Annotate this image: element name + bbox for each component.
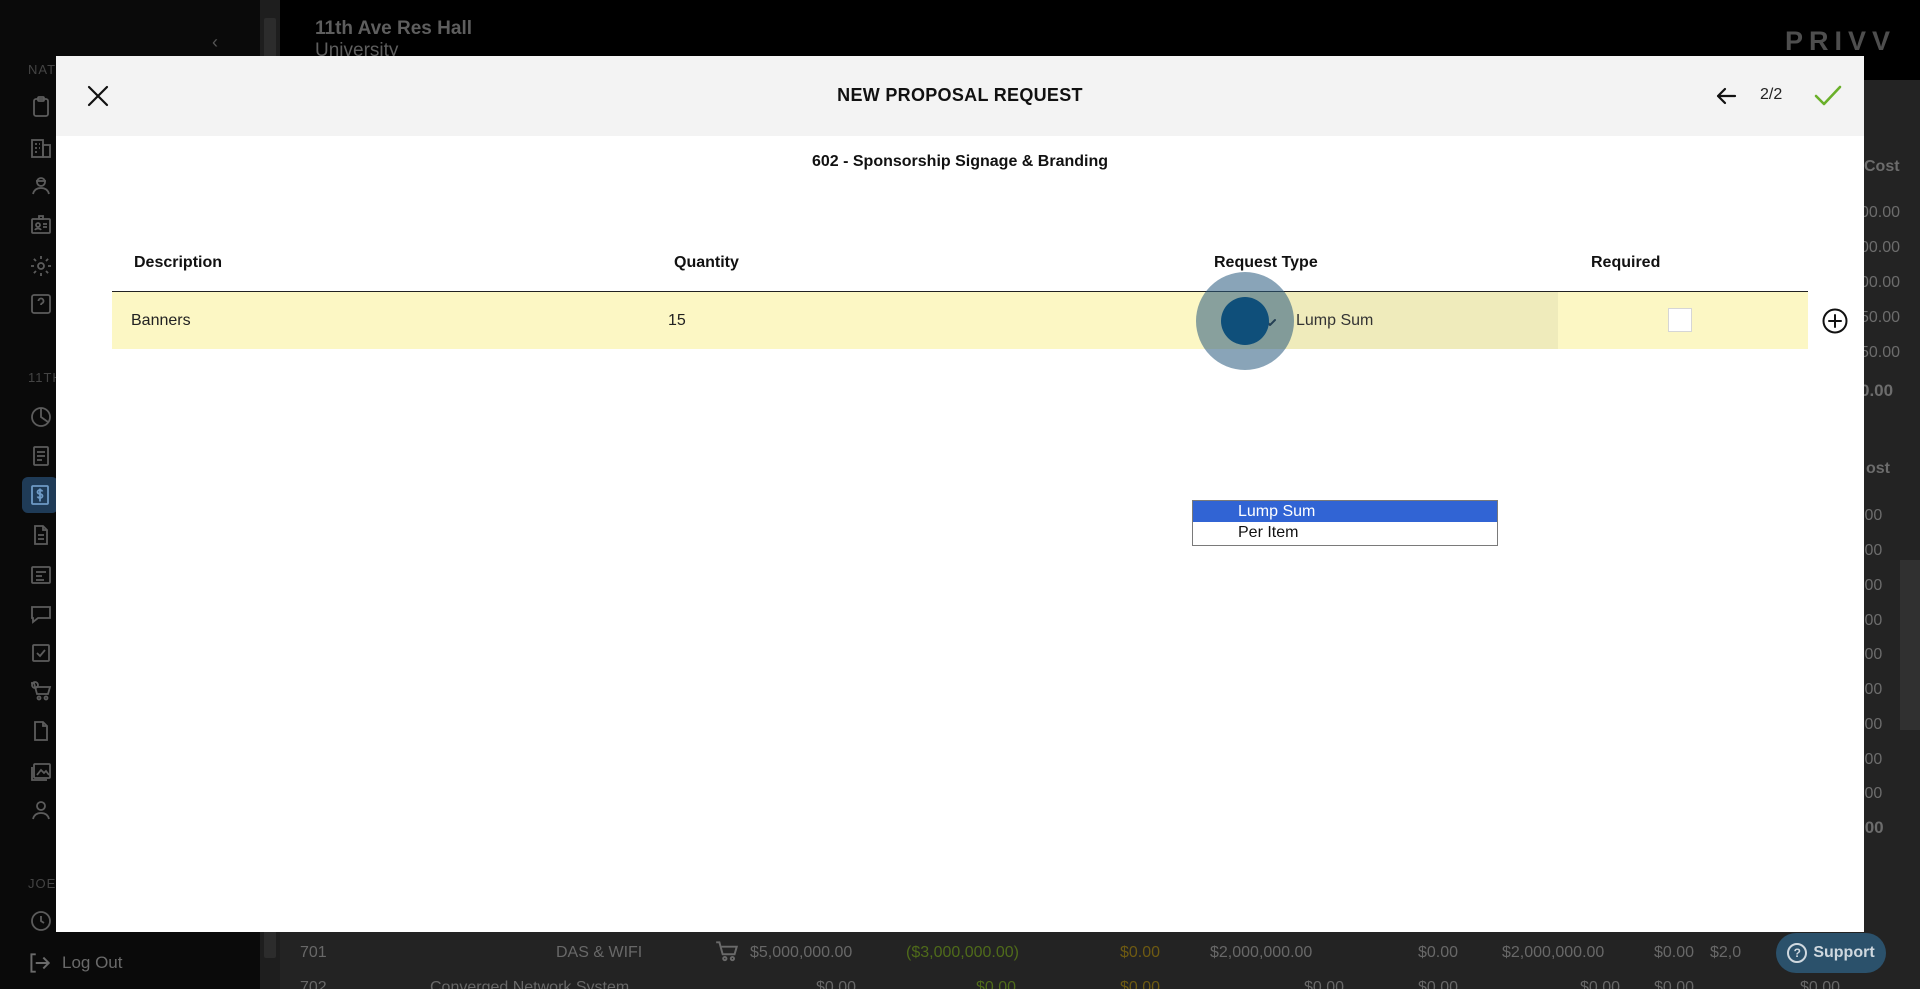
cost-column-header[interactable]: Cost xyxy=(1864,158,1900,176)
option-per-item[interactable]: Per Item xyxy=(1193,522,1497,543)
row-amount: $0.00 xyxy=(1418,944,1459,961)
quantity-column-header: Quantity xyxy=(674,254,739,271)
collapse-sidebar-icon[interactable]: ‹ xyxy=(212,32,218,53)
bg-cost-cell: 00.00 xyxy=(1860,274,1901,291)
description-cell[interactable]: Banners xyxy=(131,312,191,330)
request-type-column-header: Request Type xyxy=(1214,254,1318,271)
question-icon: ? xyxy=(1787,943,1808,963)
required-column-header: Required xyxy=(1591,254,1661,271)
quantity-cell[interactable]: 15 xyxy=(668,312,686,330)
clipboard-icon[interactable] xyxy=(28,94,54,120)
back-button[interactable] xyxy=(1710,80,1742,112)
document-list-icon[interactable] xyxy=(28,443,54,469)
row-name: DAS & WIFI xyxy=(556,944,643,961)
help-icon[interactable] xyxy=(28,291,54,317)
new-proposal-request-modal: NEW PROPOSAL REQUEST 2/2 602 - Sponsorsh… xyxy=(56,56,1864,932)
bg-cost-cell: 50.00 xyxy=(1860,309,1901,326)
row-amount: $0.00 xyxy=(1654,944,1695,961)
bg-cost-cell: 50.00 xyxy=(1860,344,1901,361)
logout-button[interactable]: Log Out xyxy=(26,950,123,976)
support-label: Support xyxy=(1813,944,1875,961)
document-icon[interactable] xyxy=(28,522,54,548)
check-icon xyxy=(1814,85,1842,106)
row-amount: $0.00 xyxy=(1800,979,1841,989)
plus-circle-icon[interactable] xyxy=(1821,307,1849,335)
click-indicator-dot xyxy=(1221,297,1269,345)
row-amount: $0.00 xyxy=(1418,979,1459,989)
budget-icon[interactable] xyxy=(22,477,58,513)
row-amount: $5,000,000.00 xyxy=(750,944,853,961)
row-amount: $0.00 xyxy=(816,979,857,989)
row-number: 701 xyxy=(300,944,327,961)
building-icon[interactable] xyxy=(28,135,54,161)
support-button[interactable]: ? Support xyxy=(1776,933,1886,973)
photos-icon[interactable] xyxy=(28,758,54,784)
logout-icon xyxy=(30,953,51,973)
procurement-cart-icon[interactable] xyxy=(714,938,740,969)
request-type-select[interactable]: Lump Sum xyxy=(1250,292,1558,349)
row-amount: $0.00 xyxy=(1580,979,1621,989)
confirm-button[interactable] xyxy=(1810,78,1846,114)
table-row[interactable]: 701 DAS & WIFI $5,000,000.00 ($3,000,000… xyxy=(290,938,1920,968)
sidebar-section-label: JOE xyxy=(28,876,57,891)
arrow-left-icon xyxy=(1716,87,1737,105)
row-amount: $2,000,000.00 xyxy=(1210,944,1313,961)
user-icon[interactable] xyxy=(28,797,54,823)
bg-cost-total: 0.00 xyxy=(1860,381,1894,400)
file-icon[interactable] xyxy=(28,718,54,744)
row-amount: $2,0 xyxy=(1710,944,1742,961)
cost-code-title: 602 - Sponsorship Signage & Branding xyxy=(811,153,1109,170)
row-amount: $0.00 xyxy=(1120,944,1161,961)
project-title: 11th Ave Res Hall xyxy=(315,18,473,39)
modal-header: NEW PROPOSAL REQUEST 2/2 xyxy=(56,56,1864,136)
row-amount: $0.00 xyxy=(1654,979,1695,989)
clock-icon[interactable] xyxy=(28,908,54,934)
table-row[interactable]: 702 Converged Network System $0.00 $0.00… xyxy=(290,973,1920,989)
checklist-icon[interactable] xyxy=(28,640,54,666)
id-card-icon[interactable] xyxy=(28,212,54,238)
row-amount: $0.00 xyxy=(1120,979,1161,989)
worker-icon[interactable] xyxy=(28,172,54,198)
table-row[interactable]: Banners 15 Lump Sum xyxy=(112,292,1848,349)
option-lump-sum[interactable]: Lump Sum xyxy=(1193,501,1497,522)
row-name: Converged Network System xyxy=(430,979,630,989)
row-amount: $0.00 xyxy=(1304,979,1345,989)
pie-chart-icon[interactable] xyxy=(28,404,54,430)
required-checkbox[interactable] xyxy=(1668,308,1692,332)
row-number: 702 xyxy=(300,979,327,989)
chat-icon[interactable] xyxy=(28,601,54,627)
logout-label: Log Out xyxy=(62,953,123,972)
form-icon[interactable] xyxy=(28,562,54,588)
sidebar-section-label: NAT xyxy=(28,62,57,77)
page-indicator: 2/2 xyxy=(1760,86,1783,103)
bg-cost-cell: 00.00 xyxy=(1860,204,1901,221)
content-scrollbar[interactable] xyxy=(1900,560,1920,730)
modal-title: NEW PROPOSAL REQUEST xyxy=(837,85,1083,105)
cost-column-header-2[interactable]: ost xyxy=(1866,460,1890,478)
description-column-header: Description xyxy=(134,254,223,271)
row-amount: $0.00 xyxy=(976,979,1017,989)
row-amount: $2,000,000.00 xyxy=(1502,944,1605,961)
request-type-value: Lump Sum xyxy=(1296,312,1374,329)
brand-logo: PRIVV xyxy=(1784,26,1896,56)
request-type-dropdown[interactable]: Lump Sum Per Item xyxy=(1192,500,1498,546)
bg-cost-cell: 00.00 xyxy=(1860,239,1901,256)
procurement-cart-icon[interactable] xyxy=(28,678,54,704)
row-amount: ($3,000,000.00) xyxy=(906,944,1019,961)
gear-icon[interactable] xyxy=(28,253,54,279)
